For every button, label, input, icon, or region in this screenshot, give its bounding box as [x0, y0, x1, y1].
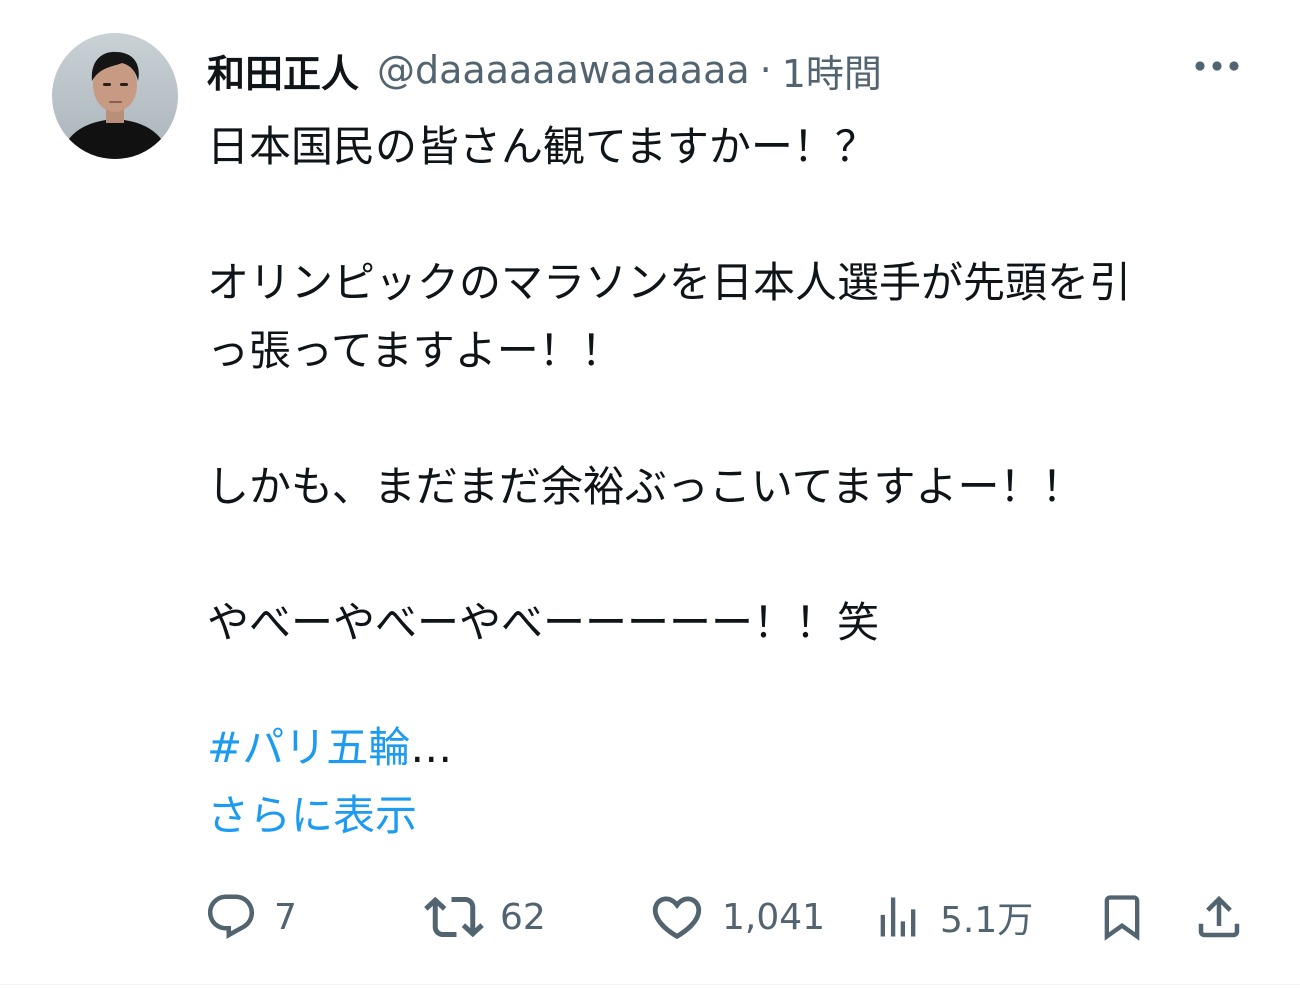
display-name[interactable]: 和田正人 — [207, 43, 359, 98]
share-button[interactable] — [1192, 885, 1246, 949]
tweet-line: しかも、まだまだ余裕ぶっこいてますよー！！ — [207, 462, 1084, 511]
tweet-line: やべーやべーやべーーーーー！！笑 — [207, 598, 880, 647]
bookmark-button[interactable] — [1096, 885, 1148, 949]
tweet-card: 和田正人 @daaaaaawaaaaaa · 1時間 日本国民の皆さん観てますか… — [0, 0, 1300, 988]
heart-icon — [652, 896, 702, 940]
tweet-text: 日本国民の皆さん観てますかー！？ オリンピックのマラソンを日本人選手が先頭を引 … — [207, 113, 1257, 657]
avatar[interactable] — [52, 33, 178, 159]
reply-button[interactable]: 7 — [204, 885, 297, 949]
tweet-line: っ張ってますよー！！ — [207, 326, 623, 375]
separator-dot: · — [759, 48, 772, 92]
reply-bubble-icon — [207, 894, 255, 939]
share-upload-icon — [1198, 895, 1240, 938]
views-count: 5.1万 — [940, 900, 1034, 941]
views-button[interactable]: 5.1万 — [872, 885, 1033, 949]
retweet-count: 62 — [500, 896, 546, 938]
avatar-photo — [52, 33, 178, 159]
like-count: 1,041 — [722, 896, 826, 938]
show-more-link[interactable]: さらに表示 — [207, 784, 417, 848]
truncation-ellipsis: … — [410, 723, 453, 772]
reply-count: 7 — [274, 896, 297, 938]
tweet-line: オリンピックのマラソンを日本人選手が先頭を引 — [207, 258, 1132, 307]
divider — [0, 984, 1300, 985]
user-handle[interactable]: @daaaaaawaaaaaa — [377, 48, 750, 92]
action-bar: 7 62 1,041 5.1万 — [0, 885, 1300, 949]
timestamp[interactable]: 1時間 — [782, 43, 882, 98]
retweet-button[interactable]: 62 — [424, 885, 546, 949]
retweet-arrows-icon — [424, 896, 484, 938]
bookmark-icon — [1104, 895, 1140, 941]
like-button[interactable]: 1,041 — [648, 885, 825, 949]
more-options-button[interactable] — [1190, 48, 1244, 84]
hashtag-line: #パリ五輪… — [207, 716, 452, 780]
tweet-header: 和田正人 @daaaaaawaaaaaa · 1時間 — [207, 42, 882, 98]
hashtag-link[interactable]: #パリ五輪 — [207, 723, 410, 772]
bar-chart-icon — [880, 897, 916, 937]
more-horizontal-icon — [1195, 61, 1239, 71]
tweet-line: 日本国民の皆さん観てますかー！？ — [207, 122, 877, 171]
